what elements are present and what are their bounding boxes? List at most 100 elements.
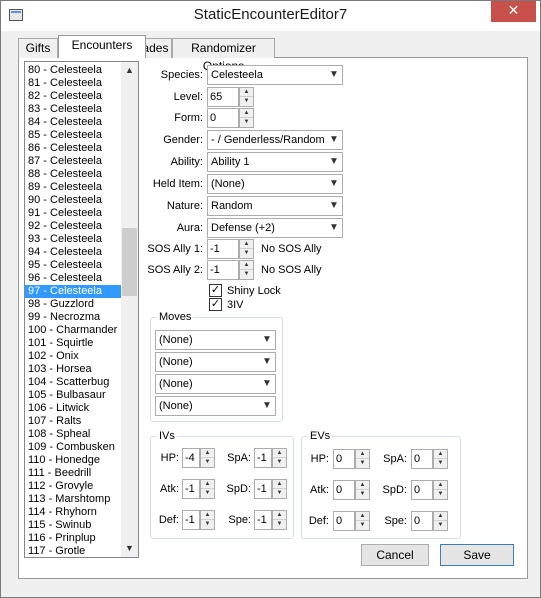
spin-up-icon[interactable]: ▲ bbox=[273, 449, 286, 458]
iv-hp-input[interactable]: -4 bbox=[182, 448, 200, 468]
spin-up-icon[interactable]: ▲ bbox=[356, 512, 369, 521]
list-item[interactable]: 109 - Combusken bbox=[25, 441, 121, 454]
list-item[interactable]: 112 - Grovyle bbox=[25, 480, 121, 493]
iv-spe-input[interactable]: -1 bbox=[254, 510, 272, 530]
spin-up-icon[interactable]: ▲ bbox=[434, 450, 447, 459]
move-2-select[interactable]: (None) ▼ bbox=[155, 352, 276, 372]
spin-down-icon[interactable]: ▼ bbox=[356, 490, 369, 499]
list-item[interactable]: 106 - Litwick bbox=[25, 402, 121, 415]
spin-down-icon[interactable]: ▼ bbox=[434, 521, 447, 530]
form-stepper[interactable]: ▲ ▼ bbox=[239, 108, 254, 128]
ev-hp-input[interactable]: 0 bbox=[333, 449, 355, 469]
list-item[interactable]: 100 - Charmander bbox=[25, 324, 121, 337]
3iv-checkbox[interactable]: ✓ bbox=[209, 298, 222, 311]
list-item[interactable]: 80 - Celesteela bbox=[25, 64, 121, 77]
save-button[interactable]: Save bbox=[440, 544, 514, 566]
shiny-lock-checkbox[interactable]: ✓ bbox=[209, 284, 222, 297]
encounter-list[interactable]: 80 - Celesteela 81 - Celesteela 82 - Celes… bbox=[24, 61, 139, 558]
list-item[interactable]: 95 - Celesteela bbox=[25, 259, 121, 272]
ev-spe-stepper[interactable]: ▲ ▼ bbox=[433, 511, 448, 531]
ev-spa-input[interactable]: 0 bbox=[411, 449, 433, 469]
list-item[interactable]: 113 - Marshtomp bbox=[25, 493, 121, 506]
list-item[interactable]: 103 - Horsea bbox=[25, 363, 121, 376]
ability-select[interactable]: Ability 1 ▼ bbox=[207, 152, 343, 172]
list-item[interactable]: 117 - Grotle bbox=[25, 545, 121, 557]
spin-up-icon[interactable]: ▲ bbox=[240, 109, 253, 118]
list-item[interactable]: 102 - Onix bbox=[25, 350, 121, 363]
sos-ally-1-input[interactable]: -1 bbox=[207, 239, 239, 259]
sos-ally-2-stepper[interactable]: ▲ ▼ bbox=[239, 260, 254, 280]
close-button[interactable]: ✕ bbox=[491, 1, 536, 22]
list-item[interactable]: 116 - Prinplup bbox=[25, 532, 121, 545]
spin-down-icon[interactable]: ▼ bbox=[273, 458, 286, 467]
tab-randomizer-options[interactable]: Randomizer Options bbox=[172, 38, 275, 73]
list-item[interactable]: 86 - Celesteela bbox=[25, 142, 121, 155]
iv-def-input[interactable]: -1 bbox=[182, 510, 200, 530]
list-item[interactable]: 82 - Celesteela bbox=[25, 90, 121, 103]
scroll-down-icon[interactable]: ▼ bbox=[121, 540, 138, 557]
iv-def-stepper[interactable]: ▲ ▼ bbox=[200, 510, 215, 530]
list-item[interactable]: 84 - Celesteela bbox=[25, 116, 121, 129]
sos-ally-1-stepper[interactable]: ▲ ▼ bbox=[239, 239, 254, 259]
list-item[interactable]: 110 - Honedge bbox=[25, 454, 121, 467]
list-item[interactable]: 94 - Celesteela bbox=[25, 246, 121, 259]
list-item[interactable]: 91 - Celesteela bbox=[25, 207, 121, 220]
spin-up-icon[interactable]: ▲ bbox=[273, 511, 286, 520]
list-item[interactable]: 96 - Celesteela bbox=[25, 272, 121, 285]
species-select[interactable]: Celesteela ▼ bbox=[207, 65, 343, 85]
list-item[interactable]: 107 - Ralts bbox=[25, 415, 121, 428]
spin-down-icon[interactable]: ▼ bbox=[240, 118, 253, 127]
list-item[interactable]: 93 - Celesteela bbox=[25, 233, 121, 246]
form-input[interactable]: 0 bbox=[207, 108, 239, 128]
iv-spd-stepper[interactable]: ▲ ▼ bbox=[272, 479, 287, 499]
list-item[interactable]: 115 - Swinub bbox=[25, 519, 121, 532]
list-item[interactable]: 97 - Celesteela bbox=[25, 285, 121, 298]
level-input[interactable]: 65 bbox=[207, 87, 239, 107]
spin-up-icon[interactable]: ▲ bbox=[273, 480, 286, 489]
spin-down-icon[interactable]: ▼ bbox=[356, 521, 369, 530]
spin-up-icon[interactable]: ▲ bbox=[240, 240, 253, 249]
spin-down-icon[interactable]: ▼ bbox=[201, 520, 214, 529]
spin-up-icon[interactable]: ▲ bbox=[201, 449, 214, 458]
spin-down-icon[interactable]: ▼ bbox=[240, 249, 253, 258]
gender-select[interactable]: - / Genderless/Random ▼ bbox=[207, 130, 343, 150]
ev-def-input[interactable]: 0 bbox=[333, 511, 355, 531]
move-4-select[interactable]: (None) ▼ bbox=[155, 396, 276, 416]
spin-down-icon[interactable]: ▼ bbox=[273, 489, 286, 498]
spin-up-icon[interactable]: ▲ bbox=[356, 450, 369, 459]
ev-spa-stepper[interactable]: ▲ ▼ bbox=[433, 449, 448, 469]
spin-up-icon[interactable]: ▲ bbox=[356, 481, 369, 490]
list-item[interactable]: 92 - Celesteela bbox=[25, 220, 121, 233]
spin-up-icon[interactable]: ▲ bbox=[201, 511, 214, 520]
iv-atk-stepper[interactable]: ▲ ▼ bbox=[200, 479, 215, 499]
spin-down-icon[interactable]: ▼ bbox=[273, 520, 286, 529]
iv-atk-input[interactable]: -1 bbox=[182, 479, 200, 499]
spin-up-icon[interactable]: ▲ bbox=[434, 481, 447, 490]
move-1-select[interactable]: (None) ▼ bbox=[155, 330, 276, 350]
list-item[interactable]: 85 - Celesteela bbox=[25, 129, 121, 142]
spin-up-icon[interactable]: ▲ bbox=[201, 480, 214, 489]
iv-spd-input[interactable]: -1 bbox=[254, 479, 272, 499]
sos-ally-2-input[interactable]: -1 bbox=[207, 260, 239, 280]
list-item[interactable]: 105 - Bulbasaur bbox=[25, 389, 121, 402]
tab-gifts[interactable]: Gifts bbox=[18, 38, 58, 58]
ev-def-stepper[interactable]: ▲ ▼ bbox=[355, 511, 370, 531]
ev-hp-stepper[interactable]: ▲ ▼ bbox=[355, 449, 370, 469]
list-item[interactable]: 89 - Celesteela bbox=[25, 181, 121, 194]
iv-hp-stepper[interactable]: ▲ ▼ bbox=[200, 448, 215, 468]
spin-down-icon[interactable]: ▼ bbox=[434, 490, 447, 499]
cancel-button[interactable]: Cancel bbox=[361, 544, 429, 566]
list-item[interactable]: 111 - Beedrill bbox=[25, 467, 121, 480]
list-item[interactable]: 114 - Rhyhorn bbox=[25, 506, 121, 519]
ev-spd-input[interactable]: 0 bbox=[411, 480, 433, 500]
list-item[interactable]: 99 - Necrozma bbox=[25, 311, 121, 324]
move-3-select[interactable]: (None) ▼ bbox=[155, 374, 276, 394]
list-item[interactable]: 101 - Squirtle bbox=[25, 337, 121, 350]
scroll-thumb[interactable] bbox=[122, 228, 137, 296]
nature-select[interactable]: Random ▼ bbox=[207, 196, 343, 216]
ev-spd-stepper[interactable]: ▲ ▼ bbox=[433, 480, 448, 500]
spin-down-icon[interactable]: ▼ bbox=[240, 270, 253, 279]
spin-up-icon[interactable]: ▲ bbox=[434, 512, 447, 521]
iv-spa-input[interactable]: -1 bbox=[254, 448, 272, 468]
list-item[interactable]: 98 - Guzzlord bbox=[25, 298, 121, 311]
